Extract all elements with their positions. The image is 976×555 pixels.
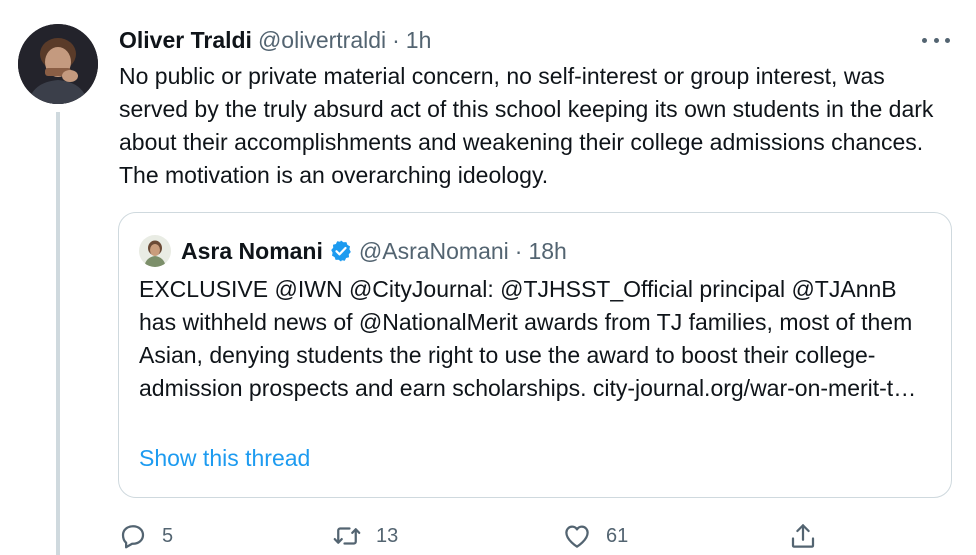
user-avatar-icon bbox=[139, 235, 171, 267]
retweet-count: 13 bbox=[376, 524, 399, 547]
like-button[interactable]: 61 bbox=[562, 518, 628, 554]
retweet-button[interactable]: 13 bbox=[332, 518, 398, 554]
tweet-header: Oliver Traldi @olivertraldi · 1h bbox=[119, 27, 431, 54]
author-display-name[interactable]: Oliver Traldi bbox=[119, 27, 252, 54]
more-horizontal-icon-dot bbox=[933, 37, 939, 43]
author-avatar[interactable] bbox=[18, 24, 98, 104]
author-handle[interactable]: @olivertraldi bbox=[258, 27, 386, 54]
tweet[interactable]: Oliver Traldi @olivertraldi · 1h No publ… bbox=[0, 0, 976, 555]
quoted-tweet-timestamp[interactable]: 18h bbox=[528, 238, 566, 265]
reply-icon bbox=[121, 525, 145, 549]
tweet-text: No public or private material concern, n… bbox=[119, 63, 934, 188]
retweet-icon bbox=[333, 527, 361, 545]
separator-dot: · bbox=[514, 237, 523, 264]
verified-badge-icon bbox=[331, 240, 351, 262]
quoted-author-handle[interactable]: @AsraNomani bbox=[359, 238, 509, 265]
more-options-button[interactable] bbox=[922, 28, 950, 52]
quoted-tweet[interactable]: Asra Nomani @AsraNomani · 18h EXCLUSIVE … bbox=[118, 212, 952, 498]
tweet-timestamp[interactable]: 1h bbox=[406, 27, 432, 54]
reply-button[interactable]: 5 bbox=[118, 518, 173, 554]
heart-icon bbox=[565, 525, 589, 548]
tweet-actions: 5 13 61 bbox=[118, 518, 838, 554]
share-button[interactable] bbox=[788, 518, 818, 554]
more-horizontal-icon-dot bbox=[945, 37, 950, 43]
more-horizontal-icon-dot bbox=[922, 37, 927, 43]
share-icon bbox=[791, 524, 815, 548]
quoted-author-avatar[interactable] bbox=[139, 235, 171, 267]
reply-count: 5 bbox=[162, 524, 174, 547]
separator-dot: · bbox=[392, 27, 400, 53]
quoted-author-display-name[interactable]: Asra Nomani bbox=[181, 238, 323, 265]
thread-line bbox=[56, 112, 60, 555]
like-count: 61 bbox=[606, 524, 629, 547]
show-thread-link[interactable]: Show this thread bbox=[139, 445, 310, 472]
user-avatar-icon bbox=[18, 24, 98, 104]
quoted-tweet-header: Asra Nomani @AsraNomani · 18h bbox=[139, 235, 567, 267]
quoted-tweet-text: EXCLUSIVE @IWN @CityJournal: @TJHSST_Off… bbox=[139, 276, 917, 401]
